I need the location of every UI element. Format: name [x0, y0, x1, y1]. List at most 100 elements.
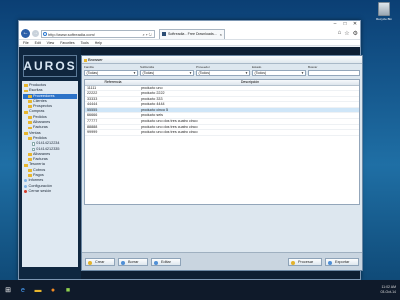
- subfamilia-select[interactable]: (Todas) ▼: [140, 70, 194, 76]
- cell-descripcion: producto seis: [141, 113, 163, 118]
- forward-button[interactable]: →: [32, 30, 39, 37]
- cell-referencia: 33333: [87, 96, 98, 101]
- column-header-referencia[interactable]: Referencia: [85, 80, 139, 85]
- system-clock[interactable]: 11:02 AM 03-Oct-14: [380, 285, 400, 295]
- cell-descripcion: producto uno dos tres cuatro cinco: [141, 124, 198, 129]
- menu-view[interactable]: View: [47, 40, 55, 45]
- folder-icon: [24, 131, 28, 135]
- cell-descripcion: producto uno: [141, 85, 163, 90]
- folder-icon: [24, 110, 28, 114]
- cell-referencia: 88888: [87, 124, 98, 129]
- create-icon: [88, 260, 92, 265]
- folder-icon: [28, 105, 32, 109]
- menu-tools[interactable]: Tools: [81, 40, 89, 45]
- tree-item-cerrar-sesion[interactable]: Cerrar sesión: [23, 189, 77, 194]
- filter-proveedor: Proveedor (Todos) ▼: [196, 65, 250, 76]
- folder-icon[interactable]: ▬: [33, 285, 43, 295]
- process-icon: [291, 260, 295, 265]
- cell-descripcion: producto uno dos tres cuatro cinco: [141, 119, 198, 124]
- minimize-button[interactable]: –: [330, 21, 340, 28]
- export-icon: [328, 260, 332, 265]
- firefox-icon[interactable]: ●: [48, 285, 58, 295]
- menu-help[interactable]: Help: [95, 40, 102, 45]
- folder-icon: [28, 169, 32, 172]
- process-button[interactable]: Procesar: [288, 258, 322, 266]
- export-button[interactable]: Exportar: [325, 258, 359, 266]
- search-input[interactable]: [308, 70, 360, 76]
- filter-bar: Familia (Todas) ▼ Subfamilia (Todas) ▼ Pro…: [82, 64, 362, 79]
- close-button[interactable]: ✕: [350, 21, 360, 28]
- settings-icon: [24, 184, 27, 188]
- browser-panel: Browser Familia (Todas) ▼ Subfamilia (Tod…: [81, 55, 363, 271]
- maximize-button[interactable]: □: [340, 21, 350, 28]
- column-header-descripcion[interactable]: Descripción: [139, 80, 359, 85]
- tab-title: Softreadia - Free Downloads...: [168, 31, 217, 36]
- folder-icon: [83, 58, 87, 62]
- folder-icon: [28, 121, 32, 125]
- logout-icon: [24, 190, 27, 194]
- cell-descripcion: producto 2222: [141, 91, 165, 96]
- familia-select[interactable]: (Todas) ▼: [84, 70, 138, 76]
- chevron-down-icon: ▼: [189, 71, 192, 75]
- filter-subfamilia: Subfamilia (Todas) ▼: [140, 65, 194, 76]
- cell-referencia: 22222: [87, 91, 98, 96]
- browser-tools: ⌂ ☆ ⚙: [338, 30, 358, 37]
- cell-referencia: 66666: [87, 113, 98, 118]
- folder-icon: [24, 89, 28, 93]
- edit-button[interactable]: Editar: [151, 258, 181, 266]
- proveedor-select[interactable]: (Todos) ▼: [196, 70, 250, 76]
- trash-icon: [378, 2, 390, 16]
- filter-familia: Familia (Todas) ▼: [84, 65, 138, 76]
- clock-date: 03-Oct-14: [380, 290, 396, 294]
- chevron-down-icon: ▼: [301, 71, 304, 75]
- window-icon[interactable]: ■: [63, 285, 73, 295]
- app-logo: AUROS: [23, 55, 77, 77]
- recycle-bin-icon[interactable]: Recycle Bin: [372, 2, 396, 21]
- star-icon[interactable]: ☆: [344, 30, 349, 37]
- delete-icon: [121, 260, 125, 265]
- folder-icon: [28, 137, 32, 141]
- address-text: http://www.softreadia.com/: [48, 31, 95, 37]
- delete-button[interactable]: Borrar: [118, 258, 148, 266]
- tab-close-icon[interactable]: ×: [220, 30, 222, 39]
- ie-icon[interactable]: e: [18, 285, 28, 295]
- favicon-icon: [162, 31, 166, 36]
- cell-descripcion: producto uno dos tres cuatro cinco: [141, 130, 198, 135]
- estado-select[interactable]: (Todos) ▼: [252, 70, 306, 76]
- taskbar: ⊞ e ▬ ● ■ 11:02 AM 03-Oct-14: [0, 280, 400, 300]
- cell-referencia: 44444: [87, 102, 98, 107]
- menu-edit[interactable]: Edit: [35, 40, 41, 45]
- panel-header: Browser: [82, 56, 362, 64]
- cell-referencia: 77777: [87, 119, 98, 124]
- menu-file[interactable]: File: [23, 40, 29, 45]
- nav-tree: Productos Escritas Proveedores Clientes …: [22, 81, 78, 267]
- start-button[interactable]: ⊞: [3, 285, 13, 295]
- chevron-down-icon: ▼: [133, 71, 136, 75]
- browser-tab[interactable]: Softreadia - Free Downloads... ×: [159, 28, 225, 39]
- products-table: Referencia Descripción 11111 producto uno…: [84, 79, 360, 205]
- cell-descripcion: producto 333: [141, 96, 163, 101]
- cell-descripcion: producto cinco 5: [141, 107, 169, 112]
- cell-referencia: 11111: [87, 85, 97, 90]
- menu-favorites[interactable]: Favorites: [60, 40, 74, 45]
- home-icon[interactable]: ⌂: [338, 30, 342, 37]
- gear-icon[interactable]: ⚙: [353, 30, 358, 37]
- ie-icon: [43, 31, 47, 36]
- folder-icon: [28, 94, 32, 98]
- back-button[interactable]: ←: [21, 29, 30, 38]
- cell-referencia: 55555: [87, 107, 98, 112]
- filter-buscar: Buscar: [308, 66, 360, 77]
- address-tools-icon[interactable]: ⌕ ▾ ↻: [142, 31, 152, 38]
- address-bar[interactable]: http://www.softreadia.com/ ⌕ ▾ ↻: [41, 29, 155, 38]
- browser-menubar: File Edit View Favorites Tools Help: [19, 40, 360, 46]
- table-row[interactable]: 99999 producto uno dos tres cuatro cinco: [85, 130, 359, 136]
- reports-icon: [24, 179, 27, 183]
- create-button[interactable]: Crear: [85, 258, 115, 266]
- filter-estado: Estado (Todos) ▼: [252, 65, 306, 76]
- folder-icon: [24, 84, 28, 88]
- chevron-down-icon: ▼: [245, 71, 248, 75]
- folder-icon: [28, 116, 32, 119]
- folder-icon: [28, 126, 32, 130]
- folder-icon: [28, 158, 32, 162]
- window-titlebar: – □ ✕: [19, 21, 360, 28]
